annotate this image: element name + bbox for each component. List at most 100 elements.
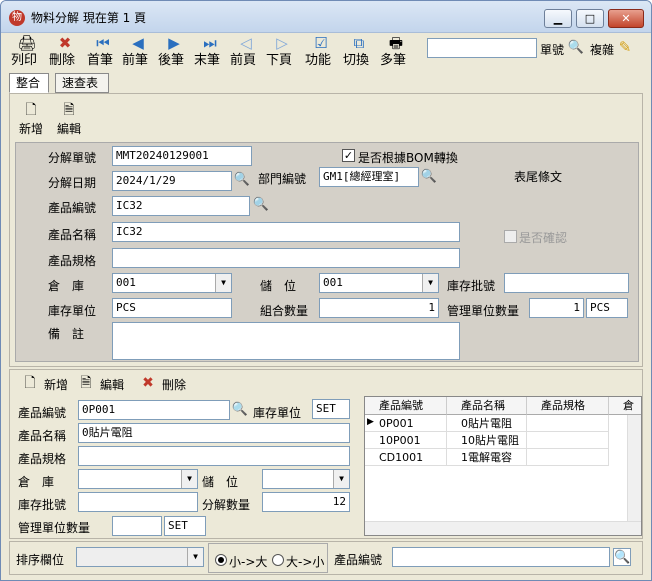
table-row-0-spec[interactable] xyxy=(527,415,609,432)
switch-icon: ⧉ xyxy=(353,34,365,52)
table-row-1-name[interactable]: 10貼片電阻 xyxy=(447,432,527,449)
edit-document-icon: 🗎 xyxy=(80,375,92,391)
tab-quick-lookup[interactable]: 速查表 xyxy=(55,73,109,93)
table-row-2-no[interactable]: CD1001 xyxy=(365,449,447,466)
mgmt-unit-field[interactable]: PCS xyxy=(586,298,628,318)
table-row-1-spec[interactable] xyxy=(527,432,609,449)
vertical-scrollbar[interactable] xyxy=(627,415,641,523)
copy-icon[interactable]: ✎ xyxy=(616,38,634,56)
copy-label[interactable]: 複雜 xyxy=(590,41,614,58)
doc-no-label: 分解單號 xyxy=(48,151,97,165)
grid-header-product-no[interactable]: 產品編號 xyxy=(365,397,447,415)
date-search-icon[interactable]: 🔍 xyxy=(233,171,251,189)
detail-product-name-field[interactable]: 0貼片電阻 xyxy=(78,423,350,443)
desc-radio[interactable] xyxy=(272,554,284,566)
close-button[interactable]: ✕ xyxy=(608,9,644,28)
status-bar: 排序欄位 ▼ 小->大 大->小 產品編號 🔍 xyxy=(9,541,643,575)
delete-icon: ✖ xyxy=(58,34,72,52)
warehouse-select[interactable]: 001 ▼ xyxy=(112,273,232,293)
detail-mgmt-qty-field[interactable] xyxy=(112,516,162,536)
detail-batch-label: 庫存批號 xyxy=(18,498,67,512)
detail-batch-field[interactable] xyxy=(78,492,198,512)
asc-radio[interactable] xyxy=(215,554,227,566)
chevron-down-icon: ▼ xyxy=(215,274,231,292)
table-row-2-spec[interactable] xyxy=(527,449,609,466)
next-page-button[interactable]: ▷ 下頁 xyxy=(266,33,298,71)
prev-icon: ◀ xyxy=(132,34,144,52)
detail-location-select[interactable]: ▼ xyxy=(262,469,350,489)
grid-header-product-name[interactable]: 產品名稱 xyxy=(447,397,527,415)
header-new-button[interactable]: 🗋 新增 xyxy=(16,100,46,137)
status-search-icon[interactable]: 🔍 xyxy=(613,548,631,566)
detail-edit-button[interactable]: 🗎 編輯 xyxy=(76,373,136,395)
multi-record-button[interactable]: 🖶 多筆 xyxy=(380,33,412,71)
qty-field[interactable]: 1 xyxy=(319,298,439,318)
dept-label: 部門編號 xyxy=(258,172,307,186)
delete-button[interactable]: ✖ 刪除 xyxy=(49,33,81,71)
date-label: 分解日期 xyxy=(48,176,97,190)
first-record-button[interactable]: ⏮ 首筆 xyxy=(87,33,119,71)
doc-no-search-input[interactable] xyxy=(427,38,537,58)
asc-label: 小->大 xyxy=(229,555,268,569)
detail-mgmt-unit-field[interactable]: SET xyxy=(164,516,206,536)
note-field[interactable] xyxy=(112,322,460,360)
last-record-button[interactable]: ⏭ 末筆 xyxy=(194,33,226,71)
detail-warehouse-select[interactable]: ▼ xyxy=(78,469,198,489)
minimize-button[interactable]: ▁ xyxy=(544,9,572,28)
detail-unit-field[interactable]: SET xyxy=(312,399,350,419)
tab-integrate[interactable]: 整合 xyxy=(9,73,49,93)
detail-location-label: 儲 位 xyxy=(202,475,239,489)
detail-delete-button[interactable]: ✖ 刪除 xyxy=(138,373,198,395)
first-icon: ⏮ xyxy=(96,34,110,52)
title-bar: 物 物料分解 現在第 1 頁 ▁ □ ✕ xyxy=(1,1,651,33)
detail-product-no-field[interactable]: 0P001 xyxy=(78,400,230,420)
unit-field[interactable]: PCS xyxy=(112,298,232,318)
detail-panel: 🗋 新增 🗎 編輯 ✖ 刪除 產品編號 0P001 🔍 庫存單位 SET 產品名稱 0… xyxy=(9,369,643,539)
status-product-no-input[interactable] xyxy=(392,547,610,567)
detail-spec-field[interactable] xyxy=(78,446,350,466)
product-search-icon[interactable]: 🔍 xyxy=(252,196,270,214)
sort-field-select[interactable]: ▼ xyxy=(76,547,204,567)
sort-field-label: 排序欄位 xyxy=(16,553,65,567)
doc-no-field[interactable]: MMT20240129001 xyxy=(112,146,252,166)
detail-qty-label: 分解數量 xyxy=(202,498,251,512)
chevron-down-icon: ▼ xyxy=(181,470,197,488)
table-row-2-name[interactable]: 1電解電容 xyxy=(447,449,527,466)
last-icon: ⏭ xyxy=(203,34,217,52)
new-document-icon: 🗋 xyxy=(24,375,36,391)
detail-product-search-icon[interactable]: 🔍 xyxy=(231,401,249,419)
mgmt-qty-field[interactable]: 1 xyxy=(529,298,584,318)
search-icon[interactable]: 🔍 xyxy=(567,39,585,57)
detail-qty-field[interactable]: 12 xyxy=(262,492,350,512)
spec-field[interactable] xyxy=(112,248,460,268)
mgmt-qty-label: 管理單位數量 xyxy=(447,304,520,318)
grid-header-spec[interactable]: 產品規格 xyxy=(527,397,609,415)
maximize-button[interactable]: □ xyxy=(576,9,604,28)
detail-new-button[interactable]: 🗋 新增 xyxy=(20,373,80,395)
confirm-checkbox[interactable] xyxy=(504,230,517,243)
date-field[interactable]: 2024/1/29 xyxy=(112,171,232,191)
dept-field[interactable]: GM1[總經理室] xyxy=(319,167,419,187)
switch-button[interactable]: ⧉ 切換 xyxy=(343,33,375,71)
prev-record-button[interactable]: ◀ 前筆 xyxy=(122,33,154,71)
note-label: 備 註 xyxy=(48,327,85,341)
table-row-0-no[interactable]: 0P001 xyxy=(365,415,447,432)
location-select[interactable]: 001 ▼ xyxy=(319,273,439,293)
dept-search-icon[interactable]: 🔍 xyxy=(420,168,438,186)
print-button[interactable]: 🖨 列印 xyxy=(11,33,43,71)
detail-product-no-label: 產品編號 xyxy=(18,406,67,420)
prev-page-button[interactable]: ◁ 前頁 xyxy=(230,33,262,71)
batch-field[interactable] xyxy=(504,273,629,293)
table-row-1-no[interactable]: 10P001 xyxy=(365,432,447,449)
product-no-field[interactable]: IC32 xyxy=(112,196,250,216)
function-button[interactable]: ☑ 功能 xyxy=(305,33,337,71)
main-window: 物 物料分解 現在第 1 頁 ▁ □ ✕ 🖨 列印 ✖ 刪除 ⏮ 首筆 ◀ 前筆 ▶ 後筆… xyxy=(0,0,652,581)
delete-icon: ✖ xyxy=(142,375,154,391)
product-name-field[interactable]: IC32 xyxy=(112,222,460,242)
table-row-0-name[interactable]: 0貼片電阻 xyxy=(447,415,527,432)
bom-checkbox[interactable]: ✓ xyxy=(342,149,355,162)
horizontal-scrollbar[interactable] xyxy=(365,521,641,535)
header-edit-button[interactable]: 🗎 編輯 xyxy=(54,100,84,137)
grid-header-warehouse[interactable]: 倉 xyxy=(609,397,641,415)
next-record-button[interactable]: ▶ 後筆 xyxy=(158,33,190,71)
